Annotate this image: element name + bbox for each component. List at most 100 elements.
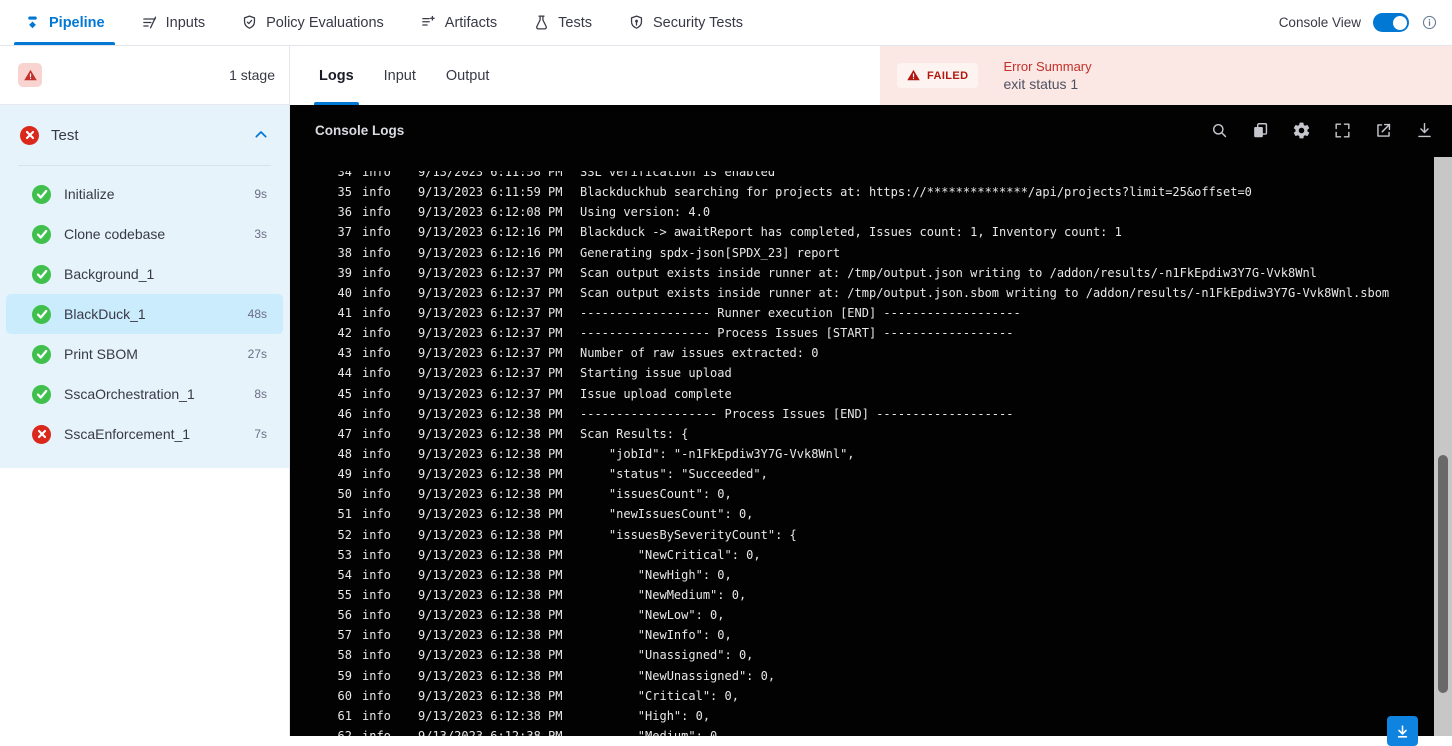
step-row-blackduck-1[interactable]: BlackDuck_1 48s	[6, 294, 283, 334]
log-line-number: 48	[337, 447, 352, 462]
step-name: SscaEnforcement_1	[64, 426, 191, 442]
log-line: 51 info 9/13/2023 6:12:38 PM "newIssuesCou…	[290, 504, 1434, 524]
log-line: 34 info 9/13/2023 6:11:58 PM SSL verificati…	[290, 171, 1434, 182]
log-timestamp: 9/13/2023 6:12:38 PM	[418, 608, 563, 623]
log-line: 40 info 9/13/2023 6:12:37 PM Scan output ex…	[290, 283, 1434, 303]
log-timestamp: 9/13/2023 6:12:37 PM	[418, 366, 563, 381]
console-view-label: Console View	[1278, 15, 1361, 30]
log-line-number: 46	[337, 406, 352, 421]
log-level: info	[362, 406, 391, 421]
stage-header-test[interactable]: Test	[0, 105, 289, 165]
chevron-up-icon[interactable]	[253, 127, 269, 143]
log-line: 42 info 9/13/2023 6:12:37 PM --------------…	[290, 323, 1434, 343]
tab-security-tests[interactable]: Security Tests	[628, 0, 743, 45]
log-rows: 34 info 9/13/2023 6:11:58 PM SSL verificati…	[290, 171, 1434, 736]
tab-label: Pipeline	[49, 14, 105, 31]
log-line: 43 info 9/13/2023 6:12:37 PM Number of raw …	[290, 343, 1434, 363]
sidebar: 1 stage Test Initialize 9s Clone codebase 3…	[0, 46, 290, 736]
log-level: info	[362, 426, 391, 441]
log-message: Blackduckhub searching for projects at: …	[580, 185, 1252, 200]
log-message: Using version: 4.0	[580, 205, 711, 220]
log-timestamp: 9/13/2023 6:12:38 PM	[418, 507, 563, 522]
log-line-number: 49	[337, 467, 352, 482]
step-row-print-sbom[interactable]: Print SBOM 27s	[6, 334, 283, 374]
log-line-number: 53	[337, 547, 352, 562]
log-level: info	[362, 467, 391, 482]
error-summary-message: exit status 1	[1003, 76, 1079, 92]
log-message: ------------------ Process Issues [START…	[580, 326, 1014, 341]
step-row-clone-codebase[interactable]: Clone codebase 3s	[6, 214, 283, 254]
console-scrollbar[interactable]	[1434, 157, 1452, 736]
copy-icon[interactable]	[1251, 121, 1270, 140]
log-line: 39 info 9/13/2023 6:12:37 PM Scan output ex…	[290, 263, 1434, 283]
scrollbar-thumb[interactable]	[1438, 455, 1448, 693]
log-line: 37 info 9/13/2023 6:12:16 PM Blackduck -> a…	[290, 222, 1434, 242]
tab-label: Inputs	[165, 14, 206, 31]
log-message: "status": "Succeeded",	[580, 467, 768, 482]
log-level: info	[362, 729, 391, 736]
tab-artifacts[interactable]: Artifacts	[420, 0, 497, 45]
log-message: ------------------- Process Issues [END]…	[580, 406, 1014, 421]
log-line-number: 36	[337, 205, 352, 220]
scroll-to-bottom-button[interactable]	[1387, 716, 1418, 746]
tab-label: Policy Evaluations	[266, 14, 384, 31]
tab-policy-evaluations[interactable]: Policy Evaluations	[241, 0, 384, 45]
download-icon[interactable]	[1415, 121, 1434, 140]
log-level: info	[362, 507, 391, 522]
log-line-number: 54	[337, 567, 352, 582]
log-timestamp: 9/13/2023 6:12:37 PM	[418, 285, 563, 300]
log-level: info	[362, 447, 391, 462]
log-timestamp: 9/13/2023 6:12:38 PM	[418, 668, 563, 683]
step-success-icon	[32, 344, 51, 364]
tab-inputs[interactable]: Inputs	[141, 0, 206, 45]
step-row-sscaenforcement-1[interactable]: SscaEnforcement_1 7s	[6, 414, 283, 454]
log-message: "jobId": "-n1FkEpdiw3Y7G-Vvk8Wnl",	[580, 447, 855, 462]
log-timestamp: 9/13/2023 6:12:38 PM	[418, 406, 563, 421]
log-level: info	[362, 567, 391, 582]
log-line-number: 37	[337, 225, 352, 240]
step-success-icon	[32, 224, 51, 244]
tab-output[interactable]: Output	[446, 46, 490, 105]
log-message: "newIssuesCount": 0,	[580, 507, 754, 522]
pipeline-warning-badge	[18, 63, 42, 87]
log-line-number: 40	[337, 285, 352, 300]
fullscreen-icon[interactable]	[1333, 121, 1352, 140]
step-row-initialize[interactable]: Initialize 9s	[6, 174, 283, 214]
console-view-toggle[interactable]	[1373, 13, 1409, 32]
log-message: "Critical": 0,	[580, 688, 739, 703]
log-line-number: 51	[337, 507, 352, 522]
log-level: info	[362, 708, 391, 723]
step-row-sscaorchestration-1[interactable]: SscaOrchestration_1 8s	[6, 374, 283, 414]
log-timestamp: 9/13/2023 6:12:38 PM	[418, 648, 563, 663]
log-level: info	[362, 245, 391, 260]
log-timestamp: 9/13/2023 6:12:38 PM	[418, 527, 563, 542]
log-message: SSL verification is enabled	[580, 171, 776, 180]
console-panel: Console Logs 34 info 9/13/2023 6:11:58 PM S…	[290, 105, 1452, 746]
tab-input[interactable]: Input	[384, 46, 416, 105]
tab-logs[interactable]: Logs	[314, 46, 359, 105]
log-line: 47 info 9/13/2023 6:12:38 PM Scan Results: …	[290, 424, 1434, 444]
stage-count: 1 stage	[229, 67, 275, 83]
step-row-background-1[interactable]: Background_1	[6, 254, 283, 294]
search-icon[interactable]	[1210, 121, 1229, 140]
stage-divider	[18, 165, 271, 166]
log-message: ------------------ Runner execution [END…	[580, 306, 1021, 321]
tab-label: Security Tests	[653, 14, 743, 31]
tab-tests[interactable]: Tests	[533, 0, 592, 45]
log-message: "NewCritical": 0,	[580, 547, 761, 562]
log-message: "Medium": 0,	[580, 729, 725, 736]
log-line-number: 52	[337, 527, 352, 542]
log-level: info	[362, 648, 391, 663]
log-line: 54 info 9/13/2023 6:12:38 PM "NewHigh": 0,	[290, 565, 1434, 585]
settings-icon[interactable]	[1292, 121, 1311, 140]
flask-icon	[533, 14, 550, 31]
log-line: 46 info 9/13/2023 6:12:38 PM --------------…	[290, 404, 1434, 424]
log-message: Scan output exists inside runner at: /tm…	[580, 285, 1390, 300]
log-line: 60 info 9/13/2023 6:12:38 PM "Critical": 0…	[290, 686, 1434, 706]
log-line-number: 41	[337, 306, 352, 321]
info-icon[interactable]	[1421, 14, 1438, 31]
console-header: Console Logs	[290, 105, 1452, 155]
tab-pipeline[interactable]: Pipeline	[14, 0, 115, 45]
open-in-new-icon[interactable]	[1374, 121, 1393, 140]
log-timestamp: 9/13/2023 6:12:38 PM	[418, 547, 563, 562]
